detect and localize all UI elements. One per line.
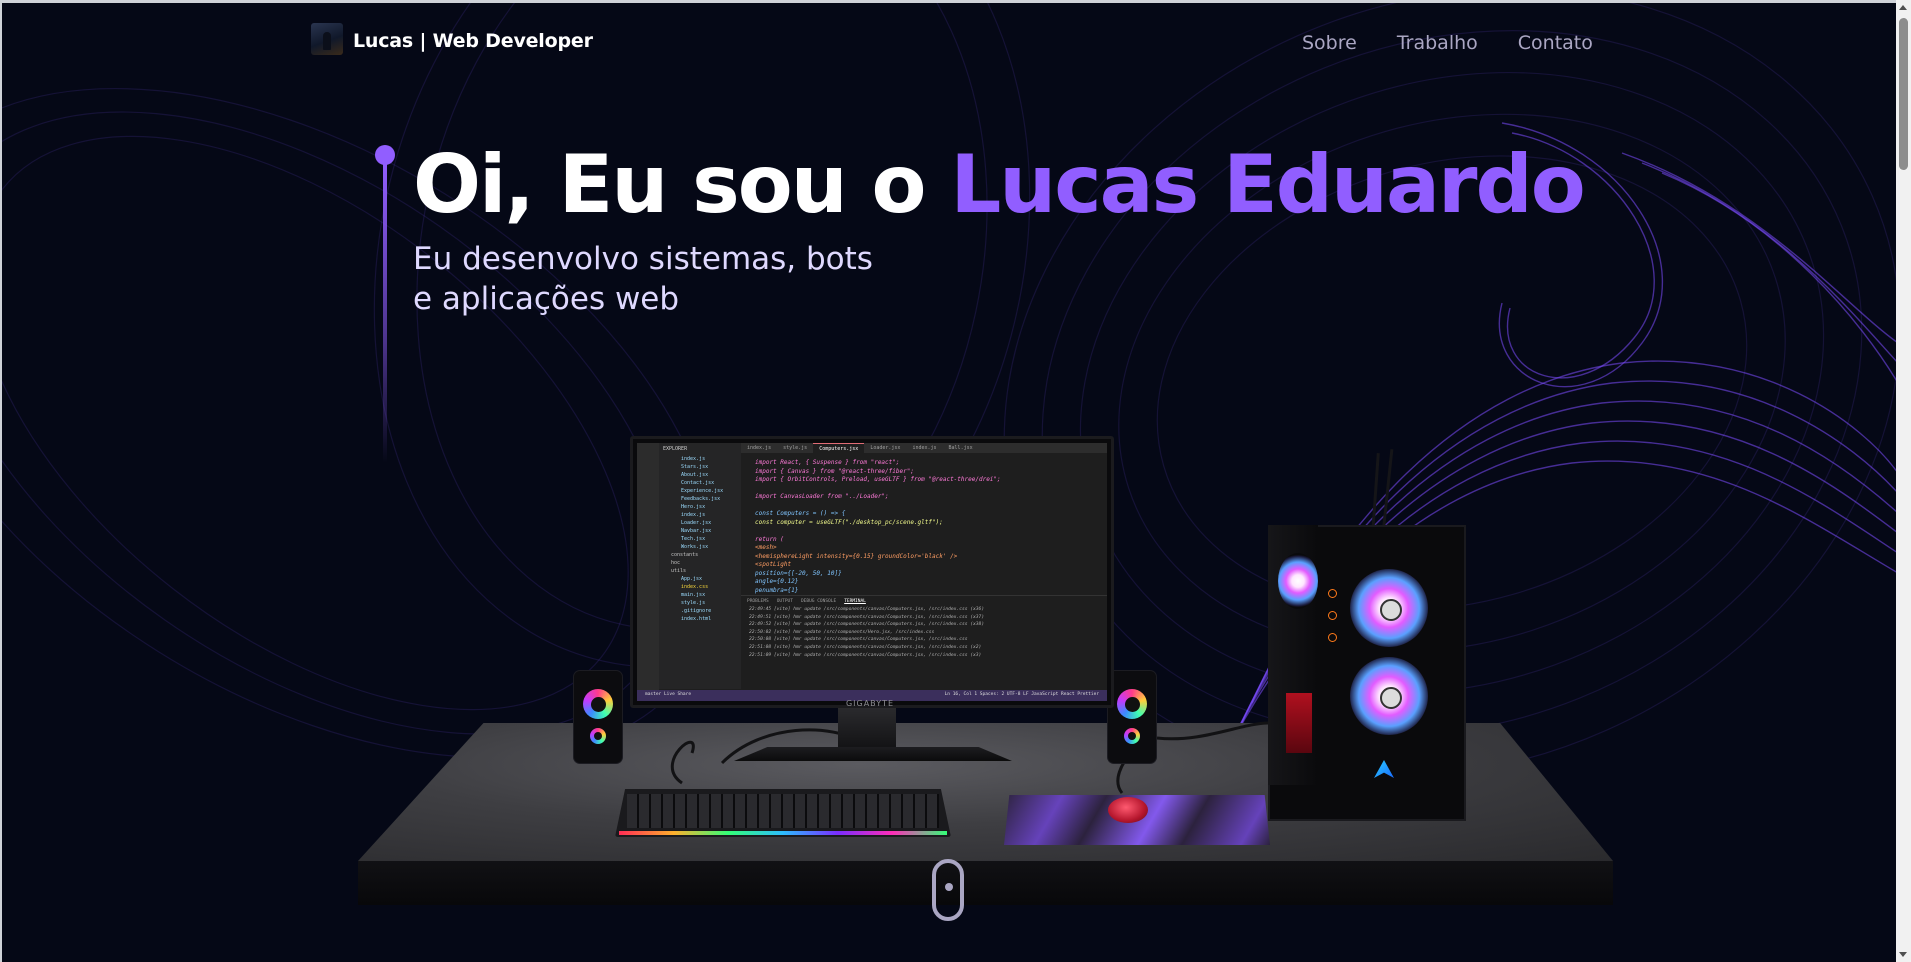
code-line: import React, { Suspense } from "react"; (755, 459, 900, 466)
explorer-file: main.jsx (681, 592, 706, 598)
explorer-file: Contact.jsx (681, 480, 715, 486)
editor-activity-bar (637, 443, 659, 701)
editor-terminal: 22:49:45 [vite] hmr update /src/componen… (741, 606, 1107, 689)
terminal-line: 22:49:45 [vite] hmr update /src/componen… (749, 607, 985, 612)
editor-tabs: index.js style.js Computers.jsx Loader.j… (741, 443, 1107, 453)
mouse (1108, 797, 1148, 823)
right-speaker (1108, 671, 1156, 763)
code-line: return ( (755, 535, 784, 543)
explorer-file: Works.jsx (681, 544, 709, 550)
explorer-file: style.js (681, 600, 706, 606)
keyboard-keys (627, 794, 939, 828)
desktop-pc-canvas[interactable]: EXPLORER index.js Stars.jsx About.jsx Co… (2, 3, 1896, 962)
code-line: angle={0.12} (755, 578, 799, 585)
monitor: EXPLORER index.js Stars.jsx About.jsx Co… (630, 436, 1114, 708)
fan-hub (1380, 687, 1402, 709)
editor-tab-active: Computers.jsx (813, 443, 865, 453)
monitor-brand-label: GIGABYTE (845, 699, 895, 708)
scroll-up-arrow-icon[interactable] (1899, 5, 1907, 10)
panel-tab-active: TERMINAL (844, 599, 866, 604)
left-speaker (574, 671, 622, 763)
editor-tab: index.js (912, 445, 937, 451)
explorer-file: Hero.jsx (681, 504, 706, 510)
terminal-line: 22:49:51 [vite] hmr update /src/componen… (749, 614, 985, 620)
terminal-line: 22:50:08 [vite] hmr update /src/componen… (749, 637, 968, 643)
explorer-file: About.jsx (681, 472, 709, 478)
panel-tab: DEBUG CONSOLE (800, 599, 837, 604)
code-line: import { OrbitControls, Preload, useGLTF… (755, 476, 1001, 483)
pc-fan (1350, 569, 1428, 647)
editor-tab: style.js (783, 445, 808, 451)
code-line: import CanvasLoader from "../Loader"; (755, 493, 889, 500)
code-line: const Computers = () => { (755, 510, 846, 517)
explorer-file: Tech.jsx (681, 536, 706, 542)
scroll-down-indicator[interactable] (932, 859, 964, 921)
editor-code: import React, { Suspense } from "react";… (741, 459, 1107, 595)
pc-fan-side (1278, 553, 1318, 609)
explorer-file: Stars.jsx (681, 464, 709, 470)
pc-front-port (1328, 589, 1337, 598)
fan-hub (1380, 599, 1402, 621)
speaker-rgb-ring (590, 728, 606, 744)
monitor-stand-neck (838, 708, 896, 748)
code-line: <hemisphereLight intensity={0.15} ground… (755, 552, 958, 560)
code-line: penumbra={1} (755, 586, 799, 594)
explorer-file: index.html (681, 616, 712, 622)
panel-tab: PROBLEMS (747, 599, 769, 604)
statusbar-left: master Live Share (645, 692, 692, 697)
explorer-title: EXPLORER (663, 446, 688, 452)
panel-tab: OUTPUT (776, 599, 793, 604)
monitor-screen: EXPLORER index.js Stars.jsx About.jsx Co… (637, 443, 1107, 701)
explorer-folder: hoc (671, 560, 681, 566)
explorer-file: index.js (681, 512, 706, 518)
explorer-file: index.css (681, 584, 709, 590)
explorer-file: Navbar.jsx (681, 528, 712, 534)
explorer-file: App.jsx (681, 576, 703, 582)
code-line: import { Canvas } from "@react-three/fib… (755, 467, 914, 475)
scrollbar-thumb[interactable] (1899, 18, 1908, 170)
editor-panel-tabs: PROBLEMS OUTPUT DEBUG CONSOLE TERMINAL (741, 595, 1107, 606)
explorer-file: index.js (681, 456, 706, 462)
terminal-line: 22:51:09 [vite] hmr update /src/componen… (749, 652, 982, 658)
explorer-file: .gitignore (681, 608, 712, 614)
keyboard (615, 789, 951, 837)
scroll-down-arrow-icon[interactable] (1899, 952, 1907, 957)
page-scrollbar[interactable] (1896, 0, 1911, 962)
pc-fan (1350, 657, 1428, 735)
editor-tab: Ball.jsx (948, 445, 973, 451)
explorer-file: Feedbacks.jsx (681, 496, 721, 502)
speaker-rgb-ring (1124, 728, 1140, 744)
speaker-rgb-ring (583, 689, 613, 719)
editor-explorer: EXPLORER index.js Stars.jsx About.jsx Co… (659, 443, 741, 689)
explorer-folder: utils (671, 568, 687, 574)
code-line: <spotLight (755, 561, 792, 568)
terminal-line: 22:49:52 [vite] hmr update /src/componen… (749, 622, 985, 628)
scroll-dot (945, 883, 953, 891)
pc-front-port (1328, 611, 1337, 620)
page-frame: Lucas | Web Developer Sobre Trabalho Con… (0, 0, 1896, 962)
explorer-file: Loader.jsx (681, 520, 712, 526)
statusbar-right: Ln 16, Col 1 Spaces: 2 UTF-8 LF JavaScri… (944, 692, 1099, 697)
code-line: const computer = useGLTF("./desktop_pc/s… (755, 518, 943, 526)
terminal-line: 22:51:08 [vite] hmr update /src/componen… (749, 644, 982, 650)
monitor-stand-base (734, 747, 1012, 761)
terminal-line: 22:50:02 [vite] hmr update /src/componen… (749, 629, 935, 635)
explorer-file: Experience.jsx (681, 488, 724, 494)
explorer-folder: constants (671, 552, 699, 558)
pc-gpu (1286, 693, 1312, 753)
editor-tab: index.js (747, 445, 772, 451)
pc-front-port (1328, 633, 1337, 642)
editor-tab: Loader.jsx (870, 445, 901, 451)
keyboard-rgb-strip (619, 831, 947, 835)
code-line: position={[-20, 50, 10]} (755, 569, 842, 577)
code-line: <mesh> (755, 544, 777, 551)
speaker-rgb-ring (1117, 689, 1147, 719)
